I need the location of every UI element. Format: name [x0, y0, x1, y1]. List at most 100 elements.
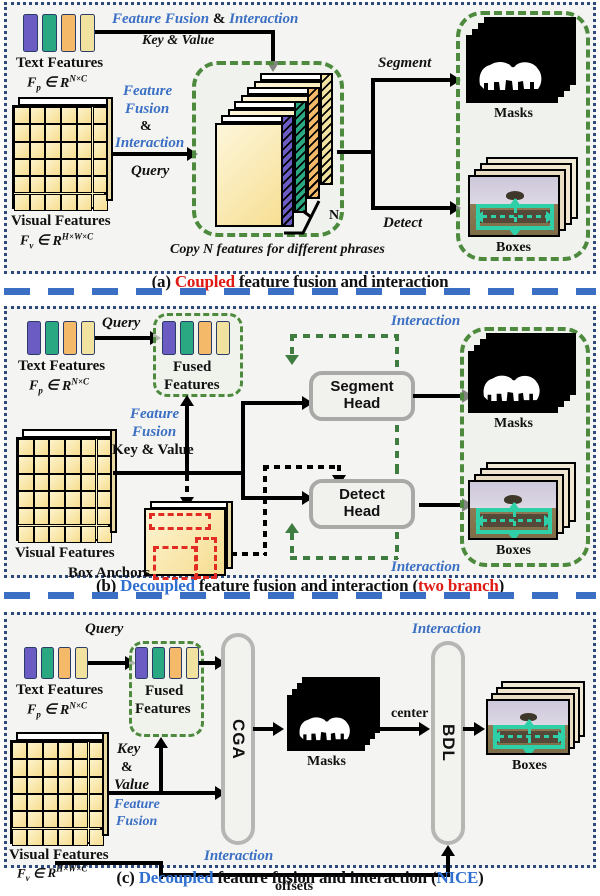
anchor-dashed-line-b: [185, 475, 189, 499]
fused-features-label-b-2: Features: [164, 377, 220, 393]
query-line-c: [88, 661, 128, 665]
fusion-label-a-2: Fusion: [125, 101, 170, 117]
fused-bar-3: [198, 321, 212, 355]
key-value-label-b: Key & Value: [112, 442, 194, 458]
text-to-stack-vline-a: [271, 30, 275, 63]
interaction-label-cga-c: Interaction: [204, 848, 274, 864]
figure-root: Text Features Fp ∈ RN×C Visual Features …: [0, 0, 600, 896]
text-feature-bar-2: [41, 647, 54, 679]
n-brace-a: [284, 200, 321, 235]
text-feature-bar-3: [61, 14, 76, 52]
segment-head-label: Segment Head: [330, 378, 394, 412]
fused-up-arrowhead-b: [180, 395, 194, 406]
boxes-label-c: Boxes: [512, 758, 547, 773]
visual-features-label-b: Visual Features: [15, 545, 115, 561]
fusion-label-a-3: &: [140, 119, 152, 134]
mask-silhouette-a: [479, 62, 542, 90]
offsets-into-bdl-arrowhead-c: [441, 845, 455, 856]
panel-c: Query Text Features Fp ∈ RN×C Fused Feat…: [4, 612, 596, 894]
anchor-to-detect-dashed-v-b: [263, 465, 267, 555]
interaction-green-arrowhead-bottom-b: [285, 523, 299, 533]
panel-b: Text Features Fp ∈ RN×C Query Fused Feat…: [4, 306, 596, 581]
n-label-a: N: [329, 208, 340, 223]
fused-up-line-b: [185, 405, 189, 473]
cga-to-masks-arrowhead-c: [273, 722, 284, 736]
text-feature-bar-1: [27, 321, 41, 355]
visual-to-stack-line-a: [113, 152, 189, 156]
fused-features-label-b-1: Fused: [173, 359, 212, 375]
panel-a: Text Features Fp ∈ RN×C Visual Features …: [4, 2, 596, 274]
feature-fusion-label-b-2: Fusion: [132, 424, 177, 440]
masks-to-bdl-line-c: [379, 727, 423, 731]
detect-head-b[interactable]: Detect Head: [309, 479, 415, 529]
fused-up-line-c: [159, 747, 163, 793]
cga-label: CGA: [229, 718, 248, 760]
masks-label-a: Masks: [494, 106, 533, 121]
masks-to-bdl-arrowhead-c: [419, 722, 430, 736]
query-label-c: Query: [85, 621, 124, 637]
cga-block-c[interactable]: CGA: [221, 633, 255, 845]
text-features-dim-a: Fp ∈ RN×C: [27, 73, 88, 93]
separator-1: [4, 288, 596, 295]
query-label-a: Query: [131, 163, 170, 179]
bdl-block-c[interactable]: BDL: [431, 641, 465, 845]
fused-bar-2: [152, 647, 165, 679]
interaction-green-hline-bottom-b: [290, 556, 398, 560]
mask-silhouette-c: [299, 717, 350, 741]
box-anchor-1: [149, 513, 211, 530]
segment-head-out-line-b: [413, 394, 465, 398]
box-anchor-3: [195, 537, 217, 579]
fused-bar-2: [180, 321, 194, 355]
query-line-b: [95, 336, 153, 340]
text-to-stack-line-a: [95, 30, 275, 34]
bdl-to-boxes-arrowhead-c: [474, 722, 485, 736]
boxes-label-b: Boxes: [496, 543, 531, 558]
interaction-green-arrowhead-top-b: [285, 355, 299, 365]
visual-features-dim-a: Fv ∈ RH×W×C: [20, 231, 94, 251]
fusion-label-a-4: Interaction: [115, 135, 185, 151]
fused-features-label-c-1: Fused: [145, 683, 184, 699]
interaction-green-drop-top-b: [290, 334, 294, 357]
center-label-c: center: [391, 706, 429, 721]
box-photo-c: [486, 699, 570, 755]
separator-2: [4, 592, 596, 599]
fusion-label-a-1: Feature: [123, 83, 173, 99]
bus-vline-b: [241, 401, 245, 475]
interaction-green-rise-bottom-b: [290, 533, 294, 559]
detect-label-a: Detect: [383, 215, 423, 231]
segment-head-b[interactable]: Segment Head: [309, 371, 415, 421]
text-features-label-c: Text Features: [16, 682, 104, 698]
text-feature-bar-2: [45, 321, 59, 355]
fused-up-arrowhead-c: [154, 737, 168, 748]
feature-fusion-label-b-1: Feature: [130, 406, 180, 422]
interaction-green-hline-top-b: [290, 334, 398, 338]
text-feature-bar-4: [81, 321, 95, 355]
masks-label-c: Masks: [307, 754, 346, 769]
fused-bar-4: [186, 647, 199, 679]
visual-features-label-a: Visual Features: [11, 213, 111, 229]
box-anchor-2: [153, 546, 197, 580]
text-features-label-b: Text Features: [18, 358, 106, 374]
fused-features-label-c-2: Features: [135, 701, 191, 717]
amp-label-c: &: [121, 760, 133, 775]
detect-line-a: [371, 206, 453, 210]
fused-bar-1: [135, 647, 148, 679]
split-vline-a: [371, 78, 375, 210]
text-feature-bar-1: [23, 14, 38, 52]
fused-bar-4: [216, 321, 230, 355]
bus-down-line-b: [241, 471, 245, 500]
bdl-label: BDL: [439, 724, 458, 762]
detect-head-label: Detect Head: [339, 486, 385, 520]
interaction-label-b-bottom: Interaction: [391, 559, 461, 575]
boxes-label-a: Boxes: [496, 240, 531, 255]
caption-c: (c) Decoupled feature fusion and interac…: [116, 868, 484, 887]
text-feature-bar-4: [80, 14, 95, 52]
text-features-dim-b: Fp ∈ RN×C: [29, 376, 90, 396]
text-feature-bar-1: [24, 647, 37, 679]
feature-fusion-label-c-1: Feature: [114, 797, 160, 812]
anchor-to-detect-dashed-h-b: [231, 552, 267, 556]
fused-bar-3: [169, 647, 182, 679]
offsets-feedback-hline-c: [55, 861, 163, 865]
segment-label-a: Segment: [378, 55, 432, 71]
fused-bar-1: [162, 321, 176, 355]
